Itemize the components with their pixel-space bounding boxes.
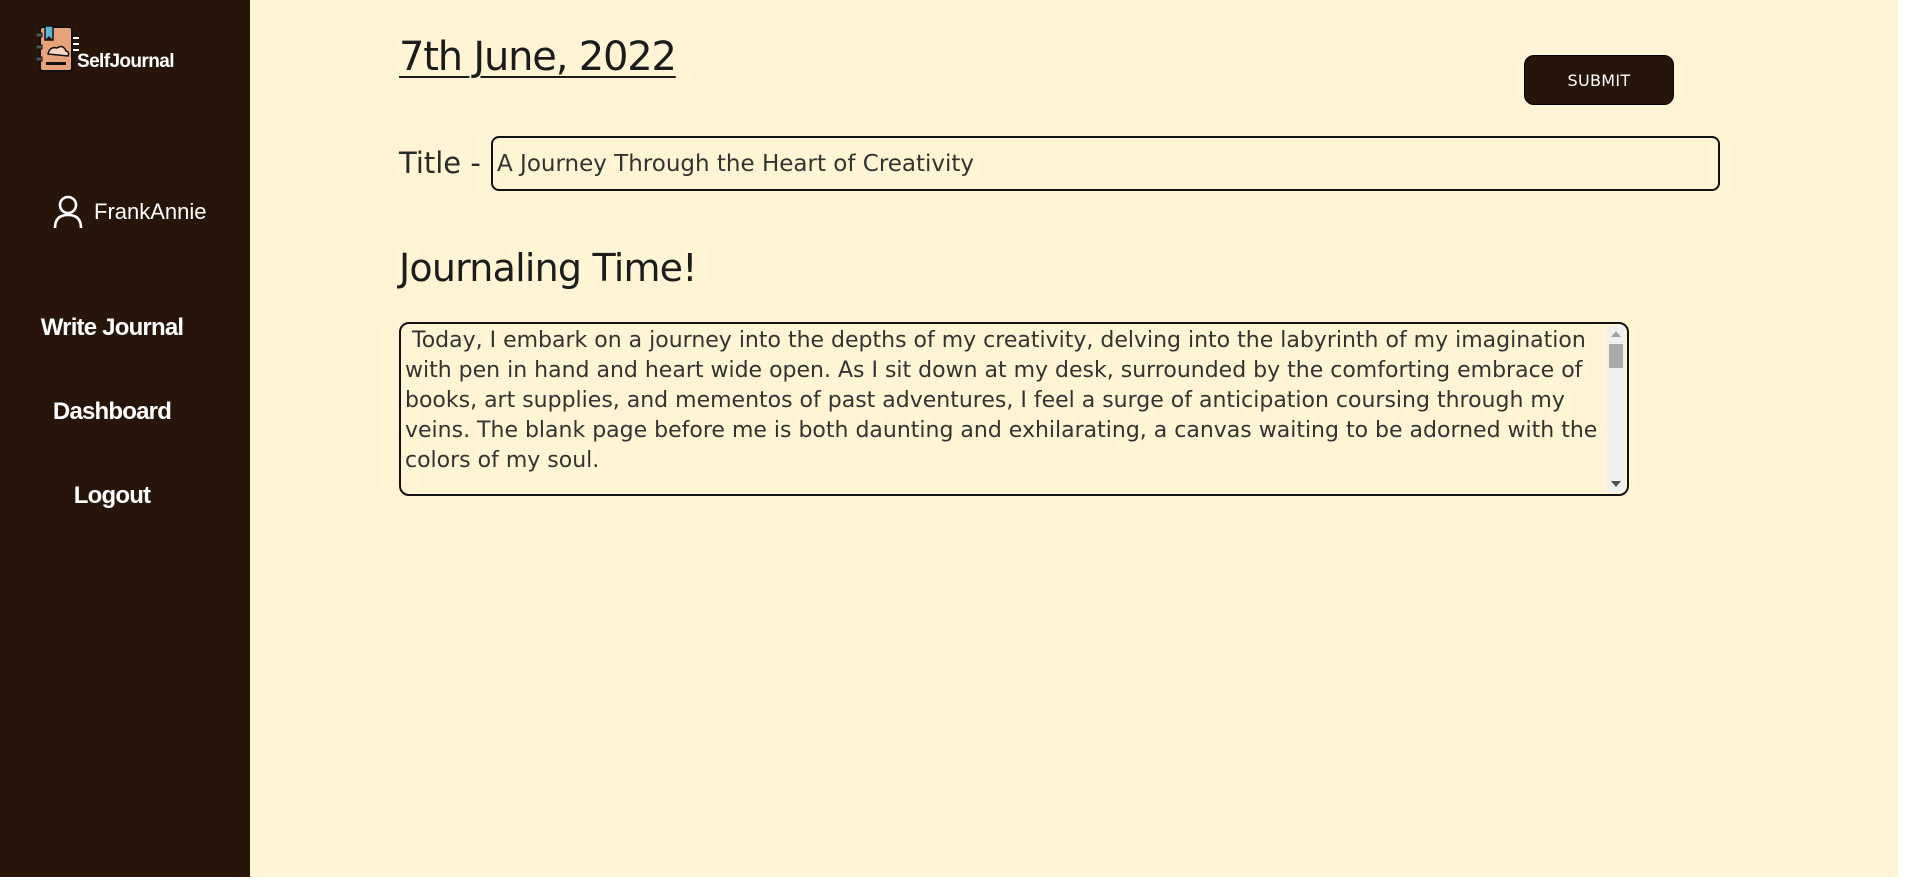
user-icon xyxy=(53,195,83,229)
submit-button[interactable]: SUBMIT xyxy=(1524,55,1674,105)
brand-name: SelfJournal xyxy=(77,51,174,72)
app: SelfJournal FrankAnnie Write Journal Das… xyxy=(0,0,1898,877)
journal-scrollbar[interactable] xyxy=(1607,326,1625,492)
brand-logo[interactable]: SelfJournal xyxy=(36,24,196,74)
scroll-down-arrow-icon[interactable] xyxy=(1611,481,1621,487)
nav-dashboard[interactable]: Dashboard xyxy=(0,398,224,426)
title-label: Title - xyxy=(399,146,481,180)
journal-body-text: Today, I embark on a journey into the de… xyxy=(405,328,1605,473)
nav-logout[interactable]: Logout xyxy=(0,482,224,510)
journal-textarea[interactable]: Today, I embark on a journey into the de… xyxy=(399,322,1629,496)
scroll-thumb[interactable] xyxy=(1609,344,1623,368)
sidebar: SelfJournal FrankAnnie Write Journal Das… xyxy=(0,0,250,877)
title-input[interactable]: A Journey Through the Heart of Creativit… xyxy=(491,136,1720,191)
user-profile[interactable]: FrankAnnie xyxy=(52,194,207,230)
user-name: FrankAnnie xyxy=(94,199,207,224)
journal-logo-icon xyxy=(36,25,79,72)
scroll-up-arrow-icon[interactable] xyxy=(1611,331,1621,337)
nav-write-journal[interactable]: Write Journal xyxy=(0,314,224,342)
section-heading: Journaling Time! xyxy=(399,246,698,290)
entry-date: 7th June, 2022 xyxy=(399,34,677,80)
